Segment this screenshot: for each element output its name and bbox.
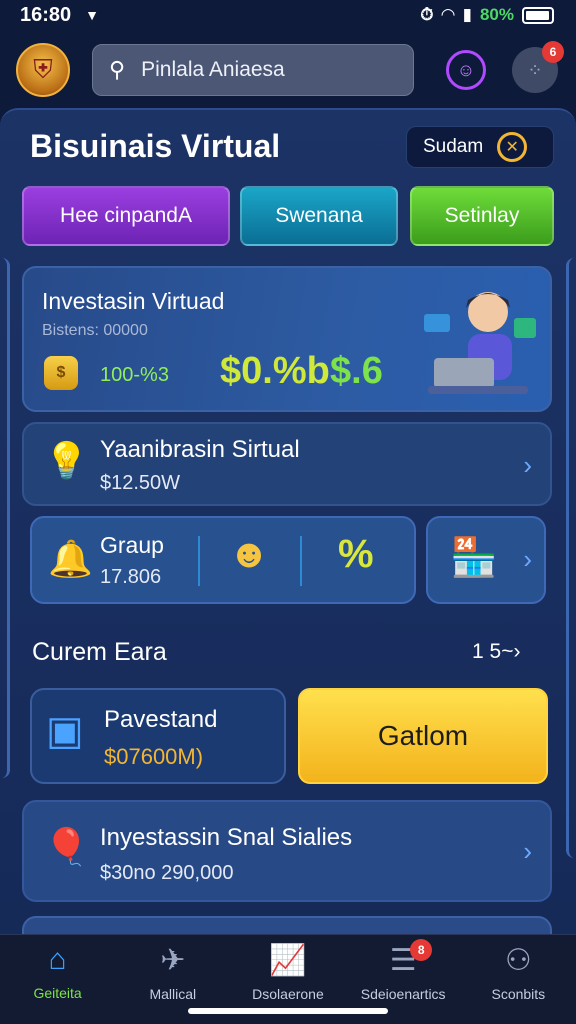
nav-item-4[interactable]: ☰ 8 Sdeioenartics	[348, 939, 458, 1002]
app-logo[interactable]: ⛨	[16, 43, 70, 97]
chevron-right-icon: ›	[523, 836, 532, 866]
nav-badge: 8	[410, 939, 433, 961]
primary-action-button[interactable]: Gatlom	[298, 688, 548, 784]
hero-percent: 100-%3	[100, 364, 169, 386]
section-title: Curem Eara	[32, 638, 167, 666]
scroll-edge-left	[0, 258, 10, 778]
pager-text: 1 5~	[472, 640, 514, 663]
nav-label: Sdeioenartics	[360, 986, 446, 1002]
percent-icon: %	[338, 532, 374, 576]
tab-1[interactable]: Hee cinpandA	[22, 186, 230, 246]
dots-icon: ⁘	[527, 59, 543, 80]
status-time: 16:80	[20, 3, 72, 26]
home-icon: ⌂	[48, 943, 67, 976]
user-icon: ☺	[456, 59, 476, 80]
invest-stand-title: Pavestand	[104, 706, 218, 733]
close-icon: ✕	[497, 132, 528, 162]
plane-icon: ✈	[160, 944, 186, 977]
section-pager[interactable]: 1 5~›	[472, 640, 520, 664]
search-icon: ⚲	[109, 57, 126, 82]
hero-value-1: $0.%b	[220, 350, 330, 392]
store-icon: 🏪	[450, 537, 498, 579]
battery-icon	[522, 6, 554, 24]
main-panel: Bisuinais Virtual Sudam ✕ Hee cinpandA S…	[0, 108, 576, 956]
row-1-title: Yaanibrasin Sirtual	[100, 436, 300, 463]
page-title: Bisuinais Virtual	[30, 128, 281, 164]
tab-3[interactable]: Setinlay	[410, 186, 554, 246]
menu-button[interactable]: ⁘ 6	[512, 41, 564, 93]
lightbulb-icon: 💡	[44, 440, 89, 481]
nav-item-home[interactable]: ⌂ Geiteita	[3, 943, 113, 1001]
person-laptop-illustration	[424, 292, 536, 394]
hero-value-2: $.6	[330, 350, 383, 392]
select-label: Sudam	[423, 136, 484, 157]
nav-label: Dsolaerone	[252, 986, 324, 1002]
group-value: 17.806	[100, 566, 162, 588]
coin-face-icon: ☻	[228, 532, 271, 576]
location-icon: ▼	[85, 7, 100, 23]
battery-percent: 80%	[479, 5, 514, 24]
scroll-edge-right[interactable]	[566, 258, 576, 858]
row-2-title: Inyestassin Snal Sialies	[100, 824, 353, 851]
wifi-icon: ◠	[441, 5, 455, 24]
chevron-right-icon: ›	[513, 640, 521, 663]
group-card[interactable]: 🔔 Graup 17.806 ☻ %	[30, 516, 416, 604]
profile-icon: ⚇	[504, 944, 532, 977]
notification-badge: 6	[542, 41, 564, 63]
invest-stand-value: $07600M)	[104, 744, 204, 769]
chevron-right-icon: ›	[523, 450, 532, 480]
list-item-2[interactable]: 🎈 Inyestassin Snal Sialies $30no 290,000…	[22, 800, 552, 902]
search-input[interactable]: ⚲ Pinlala Aniaesa	[92, 44, 414, 96]
signal-icon: ▮	[462, 5, 472, 24]
coin-icon: $	[44, 356, 78, 390]
hero-title: Investasin Virtuad	[42, 288, 225, 314]
coin-stack-icon: ▣	[46, 709, 84, 753]
group-title: Graup	[100, 532, 164, 558]
row-1-value: $12.50W	[100, 472, 181, 494]
tab-2[interactable]: Swenana	[240, 186, 398, 246]
search-text: Pinlala Aniaesa	[141, 58, 285, 81]
nav-item-5[interactable]: ⚇ Sconbits	[463, 943, 573, 1002]
divider	[300, 536, 302, 586]
row-2-value: $30no 290,000	[100, 862, 234, 884]
top-header: ⛨ ⚲ Pinlala Aniaesa ☺ ⁘ 6	[0, 34, 576, 106]
bell-icon: 🔔	[48, 538, 93, 579]
divider	[198, 536, 200, 586]
shop-card[interactable]: 🏪 ›	[426, 516, 546, 604]
alarm-icon: ⏱	[420, 5, 434, 24]
hero-card[interactable]: Investasin Virtuad Bistens: 00000 $ 100-…	[22, 266, 552, 412]
nav-item-3[interactable]: 📈 Dsolaerone	[233, 943, 343, 1002]
profile-button[interactable]: ☺	[446, 50, 486, 90]
status-bar: 16:80 ▼ ⏱ ◠ ▮ 80%	[0, 0, 576, 30]
list-item-1[interactable]: 💡 Yaanibrasin Sirtual $12.50W ›	[22, 422, 552, 506]
invest-stand-card[interactable]: ▣ Pavestand $07600M)	[30, 688, 286, 784]
balloon-icon: 🎈	[44, 826, 89, 867]
nav-item-2[interactable]: ✈ Mallical	[118, 943, 228, 1002]
nav-label: Sconbits	[491, 986, 546, 1002]
nav-label: Mallical	[149, 986, 197, 1002]
select-button[interactable]: Sudam ✕	[406, 126, 554, 168]
nav-label: Geiteita	[33, 985, 82, 1001]
hero-subtitle: Bistens: 00000	[42, 322, 148, 339]
chart-icon: 📈	[269, 944, 307, 977]
chevron-right-icon: ›	[523, 544, 532, 574]
home-indicator	[188, 1008, 388, 1014]
